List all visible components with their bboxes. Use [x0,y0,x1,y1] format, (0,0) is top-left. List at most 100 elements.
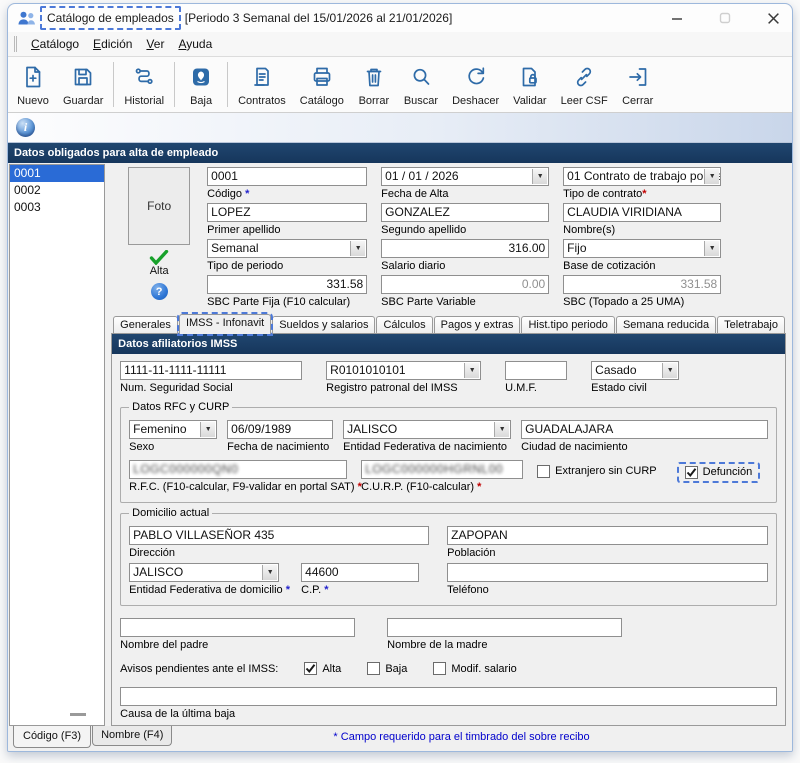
tipo-contrato-select[interactable]: 01 Contrato de trabajo por tie▼ [563,167,721,186]
menu-edicion[interactable]: Edición [86,34,139,54]
leer-csf-button[interactable]: Leer CSF [554,60,615,109]
tab-semana-reducida[interactable]: Semana reducida [616,316,716,334]
base-cotizacion-select[interactable]: Fijo▼ [563,239,721,258]
guardar-button[interactable]: Guardar [56,60,110,109]
registro-patronal-select[interactable]: R0101010101▼ [326,361,481,380]
aviso-baja-checkbox[interactable]: Baja [367,662,407,675]
entidad-domicilio-select[interactable]: JALISCO▼ [129,563,279,582]
chevron-down-icon[interactable]: ▼ [262,565,277,580]
historial-button[interactable]: Historial [117,60,171,109]
madre-input[interactable] [387,618,622,637]
baja-button[interactable]: Baja [178,60,224,109]
madre-field: Nombre de la madre [387,618,622,651]
chevron-down-icon[interactable]: ▼ [200,422,215,437]
search-icon [409,64,433,90]
contratos-button[interactable]: Contratos [231,60,293,109]
deshacer-button[interactable]: Deshacer [445,60,506,109]
tab-generales[interactable]: Generales [113,316,178,334]
menu-ayuda[interactable]: Ayuda [171,34,219,54]
causa-input[interactable] [120,687,777,706]
employee-list-item[interactable]: 0003 [10,199,104,216]
ciudad-nacimiento-input[interactable]: GUADALAJARA [521,420,768,439]
checkbox-checked-icon [685,466,698,479]
base-cotizacion-field: Fijo▼ Base de cotización [563,239,721,272]
borrar-button[interactable]: Borrar [351,60,397,109]
chevron-down-icon[interactable]: ▼ [494,422,509,437]
toolbar-separator [227,62,228,107]
ciudad-nacimiento-field: GUADALAJARA Ciudad de nacimiento [521,420,768,453]
curp-field: LOGC000000HGRNL00 C.U.R.P. (F10-calcular… [361,460,523,493]
info-icon[interactable]: i [16,118,35,137]
menu-ver[interactable]: Ver [139,34,171,54]
curp-input[interactable]: LOGC000000HGRNL00 [361,460,523,479]
umf-input[interactable] [505,361,567,380]
buscar-button[interactable]: Buscar [397,60,445,109]
toolbar-separator [174,62,175,107]
help-icon[interactable]: ? [151,283,168,300]
imss-tab-page: Datos afiliatorios IMSS 1111-11-1111-111… [111,333,786,726]
fecha-nacimiento-input[interactable]: 06/09/1989 [227,420,333,439]
chevron-down-icon[interactable]: ▼ [662,363,677,378]
tab-sueldos[interactable]: Sueldos y salarios [272,316,375,334]
imss-logo-icon [189,64,213,90]
toolbar: Nuevo Guardar Historial Baja Contratos C… [8,57,792,113]
employee-list-item[interactable]: 0001 [10,165,104,182]
nombres-field: CLAUDIA VIRIDIANA Nombre(s) [563,203,721,236]
tipo-periodo-select[interactable]: Semanal▼ [207,239,367,258]
salario-diario-input[interactable]: 316.00 [381,239,549,258]
rfc-input[interactable]: LOGC000000QN0 [129,460,347,479]
chevron-down-icon[interactable]: ▼ [464,363,479,378]
employee-list-item[interactable]: 0002 [10,182,104,199]
sexo-select[interactable]: Femenino▼ [129,420,217,439]
bottom-tab-codigo[interactable]: Código (F3) [13,726,91,748]
telefono-field: Teléfono [447,563,768,596]
contract-document-icon [250,64,274,90]
nombres-input[interactable]: CLAUDIA VIRIDIANA [563,203,721,222]
tab-imss-infonavit[interactable]: IMSS - Infonavit [179,314,271,334]
fecha-nacimiento-field: 06/09/1989 Fecha de nacimiento [227,420,333,453]
bottom-tab-nombre[interactable]: Nombre (F4) [92,726,172,746]
chevron-down-icon[interactable]: ▼ [704,169,719,184]
menu-catalogo[interactable]: Catálogo [24,34,86,54]
fecha-alta-select[interactable]: 01 / 01 / 2026▼ [381,167,549,186]
maximize-button[interactable] [716,9,734,27]
padre-input[interactable] [120,618,355,637]
close-button[interactable] [764,9,782,27]
telefono-input[interactable] [447,563,768,582]
aviso-alta-checkbox[interactable]: Alta [304,662,341,675]
cerrar-button[interactable]: Cerrar [615,60,661,109]
sbc-fija-input[interactable]: 331.58 [207,275,367,294]
direccion-input[interactable]: PABLO VILLASEÑOR 435 [129,526,429,545]
nss-input[interactable]: 1111-11-1111-11111 [120,361,302,380]
segundo-apellido-input[interactable]: GONZALEZ [381,203,549,222]
validar-button[interactable]: Validar [506,60,553,109]
photo-box[interactable]: Foto [128,167,190,245]
people-icon [16,9,36,27]
document-lock-icon [518,64,542,90]
nuevo-button[interactable]: Nuevo [10,60,56,109]
codigo-input[interactable]: 0001 [207,167,367,186]
entidad-nacimiento-select[interactable]: JALISCO▼ [343,420,511,439]
tab-calculos[interactable]: Cálculos [376,316,432,334]
defuncion-annotation: Defunción [677,462,761,483]
list-scroll-thumb[interactable] [70,713,86,716]
chevron-down-icon[interactable]: ▼ [350,241,365,256]
sbc-variable-field: 0.00 SBC Parte Variable [381,275,549,308]
defuncion-checkbox[interactable]: Defunción [685,466,753,479]
datos-obligados-form: Foto Alta ? 0001 Código * LOPEZ [111,163,786,313]
catalogo-print-button[interactable]: Catálogo [293,60,351,109]
poblacion-input[interactable]: ZAPOPAN [447,526,768,545]
exit-icon [626,64,650,90]
primer-apellido-input[interactable]: LOPEZ [207,203,367,222]
tab-pagos-extras[interactable]: Pagos y extras [434,316,521,334]
chevron-down-icon[interactable]: ▼ [532,169,547,184]
chevron-down-icon[interactable]: ▼ [704,241,719,256]
cp-input[interactable]: 44600 [301,563,419,582]
aviso-modif-checkbox[interactable]: Modif. salario [433,662,516,675]
estado-civil-select[interactable]: Casado▼ [591,361,679,380]
tab-teletrabajo[interactable]: Teletrabajo [717,316,785,334]
info-strip: i [8,113,792,143]
minimize-button[interactable] [668,9,686,27]
extranjero-checkbox[interactable]: Extranjero sin CURP [537,465,656,478]
tab-hist-periodo[interactable]: Hist.tipo periodo [521,316,615,334]
